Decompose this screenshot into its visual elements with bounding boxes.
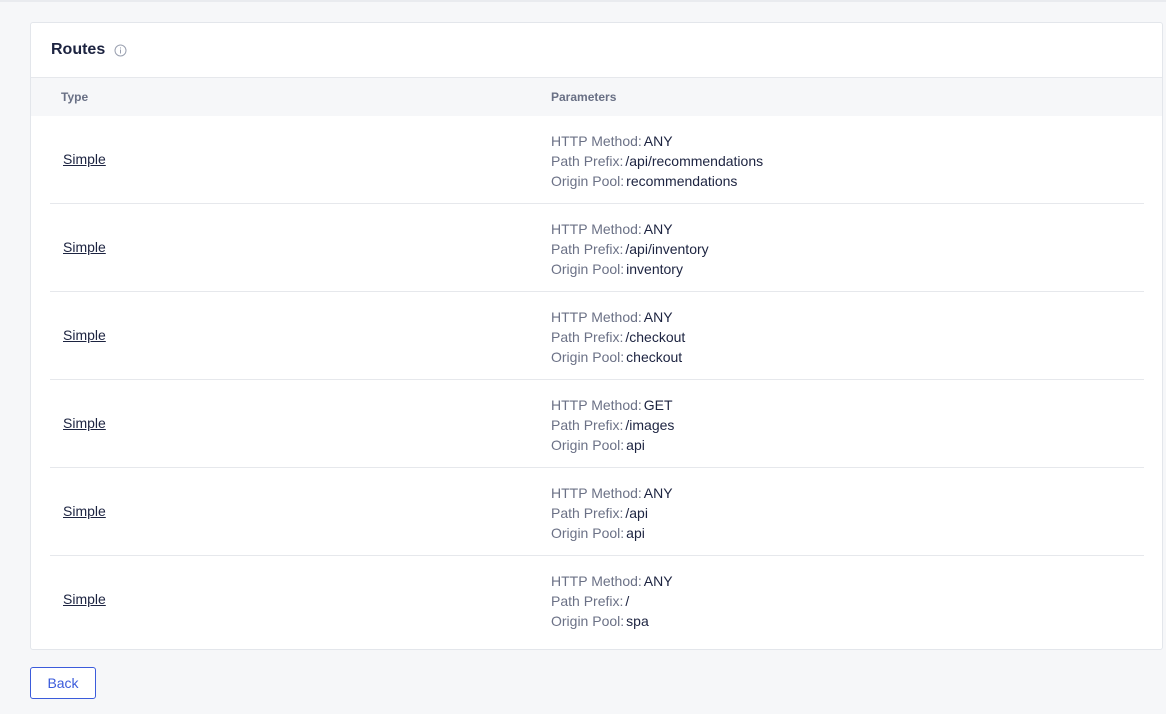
http-method-label: HTTP Method:: [551, 573, 642, 589]
route-parameters: HTTP Method: GET Path Prefix:/images Orig…: [551, 395, 674, 455]
origin-pool-value: inventory: [626, 261, 683, 277]
route-type-link[interactable]: Simple: [63, 591, 106, 607]
origin-pool-label: Origin Pool:: [551, 173, 625, 189]
route-parameters: HTTP Method: ANY Path Prefix:/checkout Or…: [551, 307, 685, 367]
column-header-parameters: Parameters: [551, 90, 617, 104]
path-prefix-label: Path Prefix:: [551, 153, 624, 169]
origin-pool-label: Origin Pool:: [551, 613, 625, 629]
table-row: Simple HTTP Method: ANY Path Prefix:/api …: [50, 468, 1144, 556]
column-header-type: Type: [61, 90, 89, 104]
route-type-link[interactable]: Simple: [63, 415, 106, 431]
table-row: Simple HTTP Method: ANY Path Prefix:/chec…: [50, 292, 1144, 380]
routes-card-header: Routes: [31, 23, 1162, 78]
path-prefix-value: /checkout: [625, 329, 686, 345]
origin-pool-value: api: [626, 437, 645, 453]
routes-table-body: Simple HTTP Method: ANY Path Prefix:/api/…: [50, 116, 1144, 644]
origin-pool-value: checkout: [626, 349, 683, 365]
http-method-value: ANY: [643, 221, 673, 237]
http-method-label: HTTP Method:: [551, 485, 642, 501]
origin-pool-value: api: [626, 525, 645, 541]
http-method-label: HTTP Method:: [551, 221, 642, 237]
routes-card: Routes Type Parameters Simple HTTP Metho…: [30, 22, 1163, 650]
path-prefix-value: /api: [625, 505, 648, 521]
table-row: Simple HTTP Method: ANY Path Prefix:/api/…: [50, 116, 1144, 204]
route-type-link[interactable]: Simple: [63, 327, 106, 343]
route-type-link[interactable]: Simple: [63, 503, 106, 519]
path-prefix-value: /api/recommendations: [625, 153, 764, 169]
origin-pool-value: spa: [626, 613, 649, 629]
route-parameters: HTTP Method: ANY Path Prefix:/api Origin …: [551, 483, 673, 543]
info-circle-icon[interactable]: [113, 43, 127, 57]
routes-table-header: Type Parameters: [31, 78, 1162, 116]
origin-pool-label: Origin Pool:: [551, 525, 625, 541]
route-parameters: HTTP Method: ANY Path Prefix:/api/recomme…: [551, 131, 763, 191]
table-row: Simple HTTP Method: ANY Path Prefix:/api/…: [50, 204, 1144, 292]
http-method-label: HTTP Method:: [551, 133, 642, 149]
path-prefix-value: /: [625, 593, 630, 609]
route-parameters: HTTP Method: ANY Path Prefix: / Origin Poo…: [551, 571, 673, 631]
origin-pool-label: Origin Pool:: [551, 437, 625, 453]
path-prefix-label: Path Prefix:: [551, 417, 624, 433]
path-prefix-label: Path Prefix:: [551, 329, 624, 345]
path-prefix-value: /images: [625, 417, 675, 433]
http-method-label: HTTP Method:: [551, 397, 642, 413]
route-type-link[interactable]: Simple: [63, 239, 106, 255]
http-method-value: ANY: [643, 133, 673, 149]
back-button[interactable]: Back: [30, 667, 96, 699]
routes-title: Routes: [51, 41, 106, 58]
top-divider: [0, 0, 1166, 2]
path-prefix-label: Path Prefix:: [551, 505, 624, 521]
http-method-value: GET: [643, 397, 673, 413]
route-parameters: HTTP Method: ANY Path Prefix:/api/invento…: [551, 219, 709, 279]
route-type-link[interactable]: Simple: [63, 151, 106, 167]
table-row: Simple HTTP Method: GET Path Prefix:/imag…: [50, 380, 1144, 468]
http-method-label: HTTP Method:: [551, 309, 642, 325]
http-method-value: ANY: [643, 309, 673, 325]
path-prefix-value: /api/inventory: [625, 241, 709, 257]
origin-pool-label: Origin Pool:: [551, 349, 625, 365]
http-method-value: ANY: [643, 485, 673, 501]
path-prefix-label: Path Prefix:: [551, 241, 624, 257]
table-row: Simple HTTP Method: ANY Path Prefix: / Ori…: [50, 556, 1144, 644]
origin-pool-value: recommendations: [626, 173, 738, 189]
origin-pool-label: Origin Pool:: [551, 261, 625, 277]
http-method-value: ANY: [643, 573, 673, 589]
path-prefix-label: Path Prefix:: [551, 593, 624, 609]
